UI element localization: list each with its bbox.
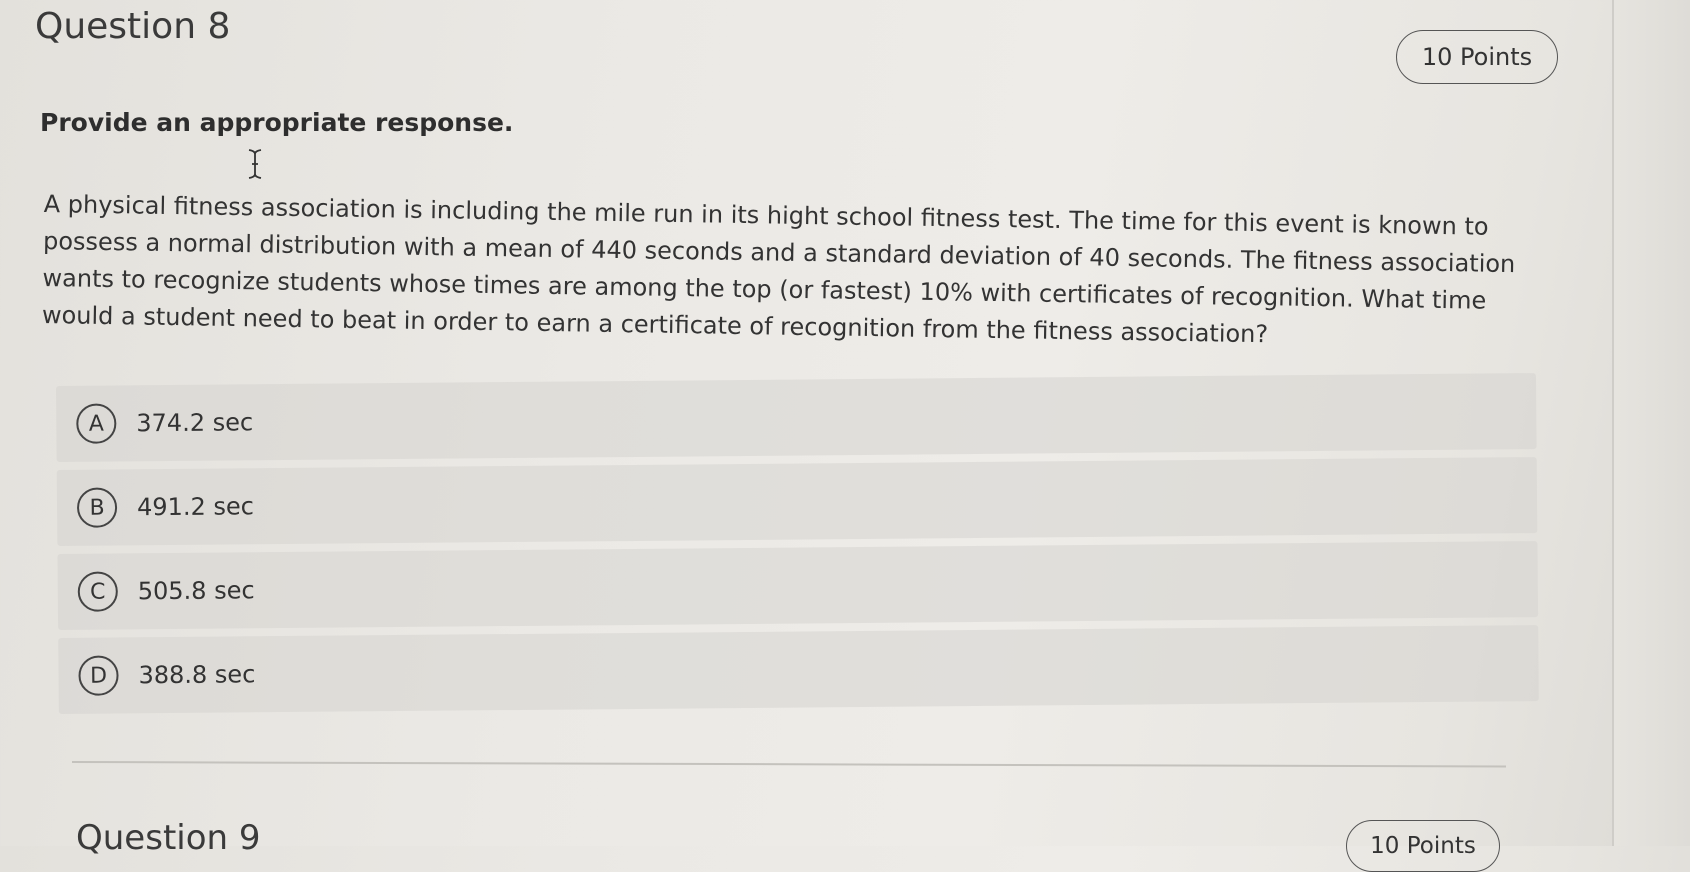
option-c[interactable]: C 505.8 sec: [57, 541, 1539, 630]
option-text-a: 374.2 sec: [136, 408, 254, 438]
question-body: A physical fitness association is includ…: [41, 189, 1516, 349]
option-letter-b[interactable]: B: [76, 487, 118, 528]
question-title: Question 8: [35, 6, 231, 47]
question-divider: [71, 761, 1506, 768]
next-question-title: Question 9: [76, 818, 261, 858]
page-edge-divider: [1612, 0, 1614, 846]
text-cursor-icon: [248, 149, 262, 179]
option-letter-d[interactable]: D: [78, 655, 119, 696]
option-letter-c[interactable]: C: [77, 571, 118, 612]
option-b[interactable]: B 491.2 sec: [56, 457, 1538, 546]
option-d[interactable]: D 388.8 sec: [58, 625, 1539, 714]
option-text-d: 388.8 sec: [138, 660, 256, 690]
option-letter-a[interactable]: A: [76, 403, 117, 444]
option-text-c: 505.8 sec: [137, 576, 255, 606]
question-instruction: Provide an appropriate response.: [40, 108, 514, 137]
page-margin: [1614, 0, 1690, 846]
option-text-b: 491.2 sec: [136, 492, 254, 522]
option-a[interactable]: A 374.2 sec: [56, 373, 1537, 462]
points-badge: 10 Points: [1396, 30, 1558, 84]
answer-options: A 374.2 sec B 491.2 sec C 505.8 sec D 38…: [56, 373, 1539, 722]
next-points-badge: 10 Points: [1346, 820, 1500, 872]
